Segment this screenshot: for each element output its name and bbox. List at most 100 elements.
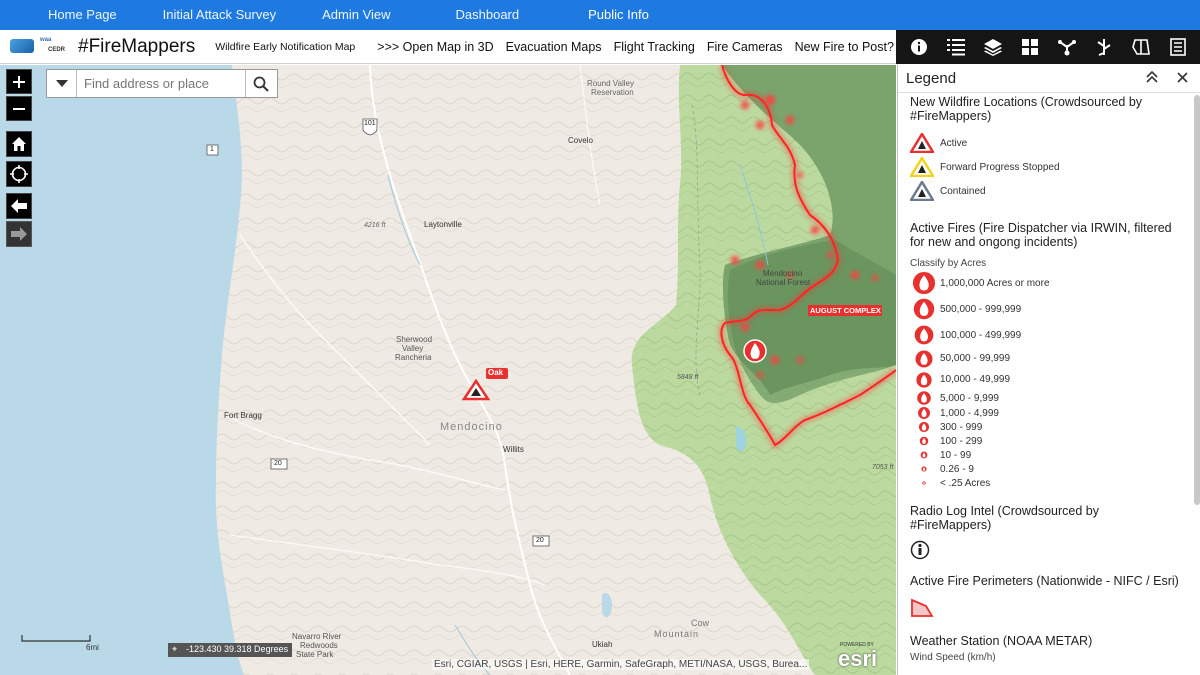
fire-name-label[interactable]: AUGUST COMPLEX bbox=[810, 306, 881, 315]
measure-icon[interactable] bbox=[1128, 34, 1154, 60]
zoom-in-button[interactable] bbox=[6, 69, 32, 94]
map-label: Mendocino bbox=[440, 421, 503, 433]
legend-item-label: Forward Progress Stopped bbox=[940, 161, 1060, 173]
legend-item-fire-class: 100 - 299 bbox=[910, 434, 1180, 448]
legend-item-fire-class: 1,000,000 Acres or more bbox=[910, 270, 1180, 296]
fire-size-icon bbox=[910, 297, 938, 321]
forward-extent-button[interactable] bbox=[6, 221, 32, 247]
collapse-icon[interactable] bbox=[1146, 70, 1158, 86]
legend-item-fire-class: 50,000 - 99,999 bbox=[910, 348, 1180, 369]
map-label: 4216 ft bbox=[364, 222, 386, 229]
fire-size-icon bbox=[910, 421, 938, 433]
coordinate-text: -123.430 39.318 Degrees bbox=[186, 644, 289, 654]
fire-size-icon bbox=[910, 390, 938, 406]
search-button[interactable] bbox=[245, 70, 275, 97]
search-source-dropdown[interactable] bbox=[47, 70, 77, 97]
legend-item-fire-class: 10,000 - 49,999 bbox=[910, 369, 1180, 390]
map-label: State Park bbox=[296, 650, 334, 659]
nav-home-page[interactable]: Home Page bbox=[0, 0, 140, 30]
search-icon bbox=[253, 76, 269, 92]
share-icon[interactable] bbox=[1054, 34, 1080, 60]
new-fire-link[interactable]: New Fire to Post? bbox=[795, 40, 894, 54]
map-label: Redwoods bbox=[300, 641, 338, 650]
legend-item-forward-progress-stopped: Forward Progress Stopped bbox=[910, 155, 1180, 179]
map-view[interactable]: Round Valley Reservation Covelo Laytonvi… bbox=[0, 65, 896, 675]
widget-toolbar bbox=[896, 30, 1200, 64]
legend-section-title: Radio Log Intel (Crowdsourced by #FireMa… bbox=[910, 504, 1099, 532]
flight-tracking-link[interactable]: Flight Tracking bbox=[614, 40, 695, 54]
legend-item-label: 1,000,000 Acres or more bbox=[940, 277, 1050, 289]
esri-logo[interactable]: POWERED BY esri bbox=[836, 642, 890, 671]
legend-content: New Wildfire Locations (Crowdsourced by … bbox=[910, 95, 1180, 663]
plus-icon bbox=[13, 75, 25, 88]
legend-item-radio-intel bbox=[910, 538, 1180, 562]
map-label: Round Valley bbox=[587, 79, 634, 88]
legend-subtitle: Classify by Acres bbox=[910, 258, 987, 269]
app-subtitle: Wildfire Early Notification Map bbox=[215, 40, 356, 53]
nav-initial-attack-survey[interactable]: Initial Attack Survey bbox=[140, 0, 299, 30]
legend-section-title: New Wildfire Locations (Crowdsourced by … bbox=[910, 95, 1143, 123]
legend-item-contained: Contained bbox=[910, 179, 1180, 203]
fire-size-icon bbox=[910, 370, 938, 389]
legend-item-label: < .25 Acres bbox=[940, 477, 991, 489]
legend-item-label: Contained bbox=[940, 185, 986, 197]
map-canvas[interactable] bbox=[0, 65, 896, 675]
legend-subtitle: Wind Speed (km/h) bbox=[910, 652, 996, 663]
back-extent-button[interactable] bbox=[6, 193, 32, 219]
fire-incident-icon[interactable] bbox=[743, 339, 767, 363]
home-button[interactable] bbox=[6, 131, 32, 157]
map-label: Valley bbox=[402, 344, 424, 353]
legend-item-fire-class: 100,000 - 499,999 bbox=[910, 322, 1180, 348]
close-icon[interactable] bbox=[1177, 71, 1188, 86]
fire-name-label[interactable]: Oak bbox=[488, 368, 503, 377]
fire-cameras-link[interactable]: Fire Cameras bbox=[707, 40, 783, 54]
map-label: Rancheria bbox=[395, 353, 432, 362]
locate-icon bbox=[10, 165, 28, 183]
legend-item-fire-class: 1,000 - 4,999 bbox=[910, 406, 1180, 420]
esri-wordmark: esri bbox=[838, 646, 878, 671]
arrow-left-icon bbox=[11, 199, 27, 213]
list-icon[interactable] bbox=[943, 34, 969, 60]
routing-icon[interactable] bbox=[1091, 34, 1117, 60]
map-controls bbox=[6, 69, 32, 247]
basemap-grid-icon[interactable] bbox=[1017, 34, 1043, 60]
map-label: Mountain bbox=[654, 629, 700, 639]
legend-item-fire-class: < .25 Acres bbox=[910, 476, 1180, 490]
fire-size-classes: 1,000,000 Acres or more 500,000 - 999,999… bbox=[910, 270, 1180, 490]
map-label: Covelo bbox=[568, 136, 593, 145]
info-icon[interactable] bbox=[906, 34, 932, 60]
map-label: 7053 ft bbox=[872, 464, 894, 471]
legend-section-title: Active Fires (Fire Dispatcher via IRWIN,… bbox=[910, 221, 1172, 249]
legend-item-label: 500,000 - 999,999 bbox=[940, 303, 1022, 315]
locate-button[interactable] bbox=[6, 161, 32, 187]
legend-item-label: 0.26 - 9 bbox=[940, 463, 974, 475]
nav-admin-view[interactable]: Admin View bbox=[299, 0, 413, 30]
legend-title: Legend bbox=[906, 70, 957, 87]
layers-icon[interactable] bbox=[980, 34, 1006, 60]
map-label: Cow bbox=[691, 618, 710, 628]
map-label: Reservation bbox=[591, 88, 634, 97]
legend-item-label: 10 - 99 bbox=[940, 449, 972, 461]
legend-item-label: 5,000 - 9,999 bbox=[940, 392, 999, 404]
evacuation-maps-link[interactable]: Evacuation Maps bbox=[506, 40, 602, 54]
home-icon bbox=[12, 137, 26, 151]
legend-scrollbar[interactable] bbox=[1194, 95, 1200, 505]
legend-item-label: 100,000 - 499,999 bbox=[940, 329, 1022, 341]
map-label: Willits bbox=[503, 445, 524, 454]
map-label: National Forest bbox=[756, 278, 811, 287]
nav-dashboard[interactable]: Dashboard bbox=[414, 0, 543, 30]
legend-item-fire-class: 300 - 999 bbox=[910, 420, 1180, 434]
legend-item-label: 100 - 299 bbox=[940, 435, 983, 447]
crosshair-icon: ⌖ bbox=[172, 644, 178, 654]
menu-icon[interactable] bbox=[1165, 34, 1191, 60]
nav-public-info[interactable]: Public Info bbox=[542, 0, 672, 30]
zoom-out-button[interactable] bbox=[6, 96, 32, 121]
open-3d-link[interactable]: >>> Open Map in 3D bbox=[377, 40, 493, 54]
map-label: Laytonville bbox=[424, 220, 462, 229]
logo-bottom-text: CEDR bbox=[48, 46, 66, 53]
coordinate-readout[interactable]: ⌖ -123.430 39.318 Degrees bbox=[168, 643, 293, 657]
route-label: 101 bbox=[364, 120, 376, 127]
legend-panel: Legend New Wildfire Locations (Crowdsour… bbox=[897, 65, 1200, 675]
radio-info-icon bbox=[910, 540, 930, 560]
search-input[interactable] bbox=[77, 71, 245, 96]
